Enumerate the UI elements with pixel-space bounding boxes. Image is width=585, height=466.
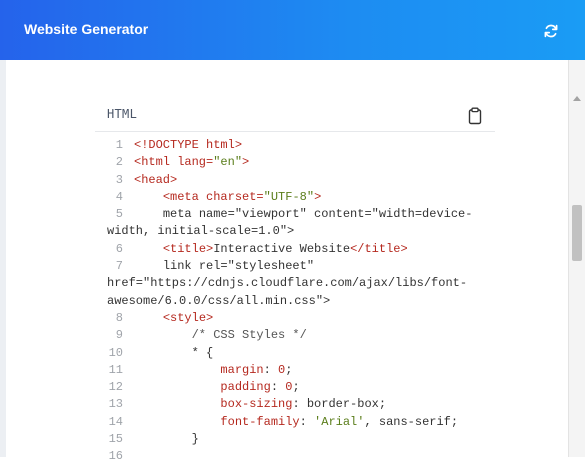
code-line-wrap: width, initial-scale=1.0"> xyxy=(95,223,495,240)
line-source: <title>Interactive Website</title> xyxy=(162,241,408,256)
app-header: Website Generator xyxy=(0,0,585,60)
line-source: <head> xyxy=(134,172,178,187)
code-line: 12 padding: 0; xyxy=(95,379,495,396)
code-block[interactable]: 1 <!DOCTYPE html> 2 <html lang="en"> 3 <head>… xyxy=(95,137,495,466)
line-source: /* CSS Styles */ xyxy=(134,328,307,343)
line-source: padding: 0; xyxy=(220,380,300,395)
line-number: 15 xyxy=(108,432,123,447)
line-source-continued: awesome/6.0.0/css/all.min.css"> xyxy=(107,293,331,308)
line-number: 11 xyxy=(108,362,123,377)
code-line-wrap: href="https://cdnjs.cloudflare.com/ajax/… xyxy=(95,275,495,292)
code-panel: HTML 1 <!DOCTYPE html> 2 <html lang="en"> 3 <… xyxy=(95,95,495,463)
line-source: font-family: 'Arial', sans-serif; xyxy=(220,414,459,429)
code-line: 8 <style> xyxy=(95,310,495,327)
line-number: 5 xyxy=(115,207,123,222)
code-line: 7 link rel="stylesheet" xyxy=(95,258,495,275)
line-number: 8 xyxy=(115,310,123,325)
line-number: 1 xyxy=(115,138,123,152)
code-line-wrap: awesome/6.0.0/css/all.min.css"> xyxy=(95,293,495,310)
code-line: 13 box-sizing: border-box; xyxy=(95,396,495,413)
line-source: meta name="viewport" content="width=devi… xyxy=(162,207,473,222)
code-line: 2 <html lang="en"> xyxy=(95,154,495,171)
app-title: Website Generator xyxy=(24,21,149,37)
line-number: 2 xyxy=(115,155,123,170)
line-number: 4 xyxy=(115,189,123,204)
code-line: 11 margin: 0; xyxy=(95,362,495,379)
line-source: } xyxy=(134,432,199,447)
code-line: 5 meta name="viewport" content="width=de… xyxy=(95,206,495,223)
line-source: <style> xyxy=(162,310,214,325)
line-source-continued: href="https://cdnjs.cloudflare.com/ajax/… xyxy=(107,276,468,291)
line-number: 9 xyxy=(115,328,123,343)
code-line: 14 font-family: 'Arial', sans-serif; xyxy=(95,414,495,431)
code-line: 6 <title>Interactive Website</title> xyxy=(95,241,495,258)
line-source: margin: 0; xyxy=(220,362,293,377)
line-number: 7 xyxy=(115,259,123,274)
code-line: 10 * { xyxy=(95,345,495,362)
line-source: box-sizing: border-box; xyxy=(220,397,387,412)
line-source: <meta charset="UTF-8"> xyxy=(162,189,322,204)
line-number: 14 xyxy=(108,414,123,429)
line-number: 10 xyxy=(108,345,123,360)
refresh-icon xyxy=(544,24,558,38)
copy-button[interactable] xyxy=(467,107,483,125)
line-source: * { xyxy=(134,345,214,360)
line-number: 6 xyxy=(115,241,123,256)
code-line: 9 /* CSS Styles */ xyxy=(95,327,495,344)
code-language-label: HTML xyxy=(107,107,138,121)
code-line: 1 <!DOCTYPE html> xyxy=(95,137,495,154)
scrollbar[interactable] xyxy=(568,60,585,457)
code-panel-header: HTML xyxy=(95,95,495,132)
line-source: <html lang="en"> xyxy=(134,155,250,170)
line-source: <!DOCTYPE html> xyxy=(134,138,243,152)
scroll-up-arrow-icon[interactable] xyxy=(573,96,581,101)
line-number: 13 xyxy=(108,397,123,412)
line-number: 12 xyxy=(108,380,123,395)
line-source-continued: width, initial-scale=1.0"> xyxy=(107,224,295,239)
scrollbar-thumb[interactable] xyxy=(572,205,582,261)
code-line: 4 <meta charset="UTF-8"> xyxy=(95,189,495,206)
line-source: link rel="stylesheet" xyxy=(162,259,315,274)
refresh-button[interactable] xyxy=(541,21,561,41)
clipboard-icon xyxy=(468,107,482,125)
line-number: 3 xyxy=(115,172,123,187)
code-line: 3 <head> xyxy=(95,172,495,189)
code-line: 15 } xyxy=(95,431,495,448)
